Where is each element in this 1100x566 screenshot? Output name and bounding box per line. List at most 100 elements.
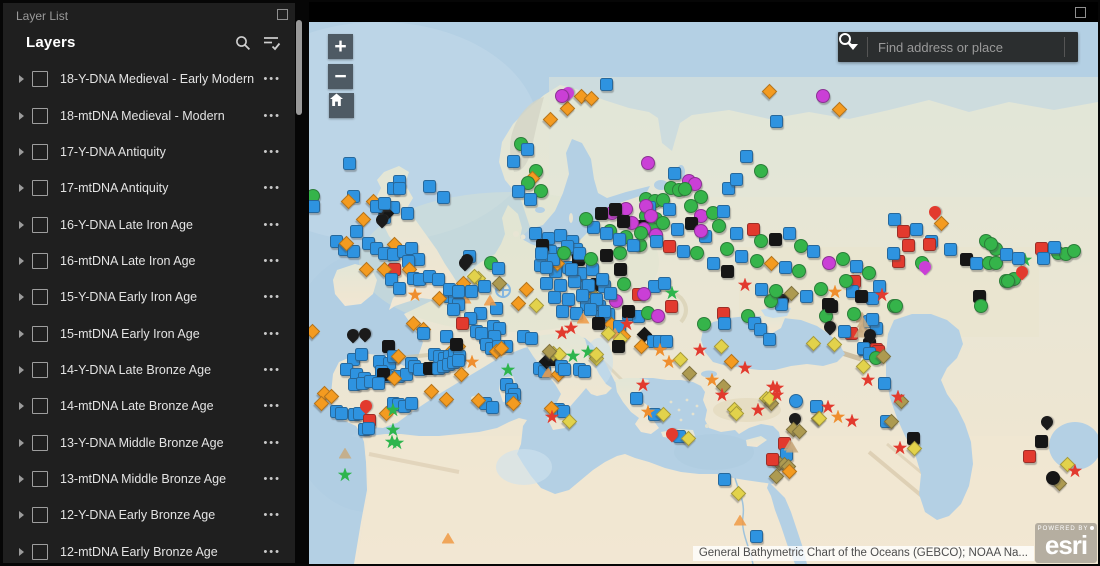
map-marker-gci[interactable] (617, 277, 631, 291)
map-marker-bsq[interactable] (849, 259, 863, 273)
map-marker-bsq[interactable] (349, 224, 363, 238)
caret-right-icon[interactable] (19, 511, 24, 520)
map-marker-bsq[interactable] (706, 256, 720, 270)
overflow-menu-icon[interactable]: ••• (263, 546, 283, 558)
map-marker-rst[interactable] (844, 413, 860, 428)
map-marker-bsq[interactable] (667, 166, 681, 180)
caret-right-icon[interactable] (19, 111, 24, 120)
map-marker-gci[interactable] (656, 216, 670, 230)
map-marker-ydi[interactable] (528, 297, 544, 313)
overflow-menu-icon[interactable]: ••• (263, 400, 283, 412)
map-marker-rsq[interactable] (765, 452, 779, 466)
overflow-menu-icon[interactable]: ••• (263, 219, 283, 231)
layer-row[interactable]: 18-mtDNA Medieval - Modern ••• (3, 97, 295, 133)
map-marker-ost[interactable] (464, 354, 480, 369)
map-marker-bsq[interactable] (583, 302, 597, 316)
map-marker-ksq[interactable] (616, 214, 630, 228)
layer-row[interactable]: 16-Y-DNA Late Iron Age ••• (3, 206, 295, 242)
map-marker-bsq[interactable] (416, 326, 430, 340)
map-marker-bsq[interactable] (872, 279, 886, 293)
map-marker-bsq[interactable] (754, 282, 768, 296)
map-marker-kci[interactable] (1046, 471, 1060, 485)
map-marker-bsq[interactable] (603, 286, 617, 300)
map-marker-mci[interactable] (641, 156, 655, 170)
layer-checkbox[interactable] (32, 470, 48, 487)
map-marker-bsq[interactable] (400, 206, 414, 220)
map-marker-odi[interactable] (438, 391, 454, 407)
map-marker-ydi[interactable] (672, 351, 688, 367)
layer-row[interactable]: 17-mtDNA Antiquity ••• (3, 170, 295, 206)
map-marker-ksq[interactable] (1034, 434, 1048, 448)
map-marker-bsq[interactable] (769, 114, 783, 128)
map-marker-bsq[interactable] (659, 334, 673, 348)
map-marker-gci[interactable] (712, 219, 726, 233)
map-marker-rst[interactable] (750, 402, 766, 417)
map-marker-gci[interactable] (579, 212, 593, 226)
map-marker-odi[interactable] (723, 353, 739, 369)
map-marker-gci[interactable] (1067, 244, 1081, 258)
map-marker-mci[interactable] (555, 89, 569, 103)
map-marker-bsq[interactable] (597, 304, 611, 318)
map-marker-bsq[interactable] (404, 396, 418, 410)
map-marker-bsq[interactable] (539, 276, 553, 290)
map-marker-gst[interactable] (337, 467, 353, 482)
layer-row[interactable]: 14-mtDNA Late Bronze Age ••• (3, 388, 295, 424)
map-marker-bsq[interactable] (361, 421, 375, 435)
map-marker-ydi[interactable] (730, 485, 746, 501)
layer-checkbox[interactable] (32, 180, 48, 197)
map-marker-gci[interactable] (769, 284, 783, 298)
map-marker-bsq[interactable] (809, 399, 823, 413)
map-marker-gci[interactable] (754, 164, 768, 178)
map-marker-bsq[interactable] (464, 284, 478, 298)
zoom-out-button[interactable]: − (328, 64, 353, 89)
map-marker-bsq[interactable] (717, 316, 731, 330)
map-marker-kdi[interactable] (681, 365, 697, 381)
map-marker-ksq[interactable] (768, 232, 782, 246)
map-marker-bsq[interactable] (575, 288, 589, 302)
map-marker-otr[interactable] (441, 532, 455, 544)
map-marker-rst[interactable] (563, 320, 579, 335)
map-marker-bsq[interactable] (392, 181, 406, 195)
map-marker-bsq[interactable] (865, 312, 879, 326)
caret-right-icon[interactable] (19, 256, 24, 265)
map-marker-ksq[interactable] (449, 337, 463, 351)
map-marker-ost[interactable] (407, 287, 423, 302)
overflow-menu-icon[interactable]: ••• (263, 255, 283, 267)
map-marker-bsq[interactable] (595, 272, 609, 286)
map-marker-bsq[interactable] (1011, 251, 1025, 265)
search-button[interactable] (839, 32, 1096, 62)
layer-checkbox[interactable] (32, 398, 48, 415)
map-marker-bsq[interactable] (451, 353, 465, 367)
map-marker-gci[interactable] (690, 246, 704, 260)
map-marker-bsq[interactable] (520, 142, 534, 156)
map-marker-odi[interactable] (358, 261, 374, 277)
layer-checkbox[interactable] (32, 71, 48, 88)
caret-right-icon[interactable] (19, 474, 24, 483)
map-marker-rst[interactable] (737, 360, 753, 375)
layer-row[interactable]: 14-Y-DNA Late Bronze Age ••• (3, 352, 295, 388)
caret-right-icon[interactable] (19, 184, 24, 193)
caret-right-icon[interactable] (19, 438, 24, 447)
map-marker-bsq[interactable] (1047, 240, 1061, 254)
map-marker-bsq[interactable] (778, 260, 792, 274)
layer-row[interactable]: 13-Y-DNA Middle Bronze Age ••• (3, 424, 295, 460)
map-marker-ksq[interactable] (824, 299, 838, 313)
map-marker-bsq[interactable] (528, 226, 542, 240)
map-marker-rst[interactable] (635, 377, 651, 392)
map-marker-rsq[interactable] (922, 237, 936, 251)
map-marker-bsq[interactable] (334, 406, 348, 420)
layer-row[interactable]: 17-Y-DNA Antiquity ••• (3, 134, 295, 170)
map-marker-gci[interactable] (584, 252, 598, 266)
map-marker-ksq[interactable] (613, 262, 627, 276)
map-marker-bsq[interactable] (567, 274, 581, 288)
map-marker-bsq[interactable] (734, 249, 748, 263)
map-marker-bsq[interactable] (477, 279, 491, 293)
map-marker-ost[interactable] (830, 409, 846, 424)
map-marker-bsq[interactable] (524, 331, 538, 345)
map-marker-bsq[interactable] (561, 292, 575, 306)
caret-right-icon[interactable] (19, 365, 24, 374)
map-marker-ksq[interactable] (608, 202, 622, 216)
overflow-menu-icon[interactable]: ••• (263, 110, 283, 122)
map-marker-bsq[interactable] (799, 289, 813, 303)
map-marker-bsq[interactable] (557, 362, 571, 376)
